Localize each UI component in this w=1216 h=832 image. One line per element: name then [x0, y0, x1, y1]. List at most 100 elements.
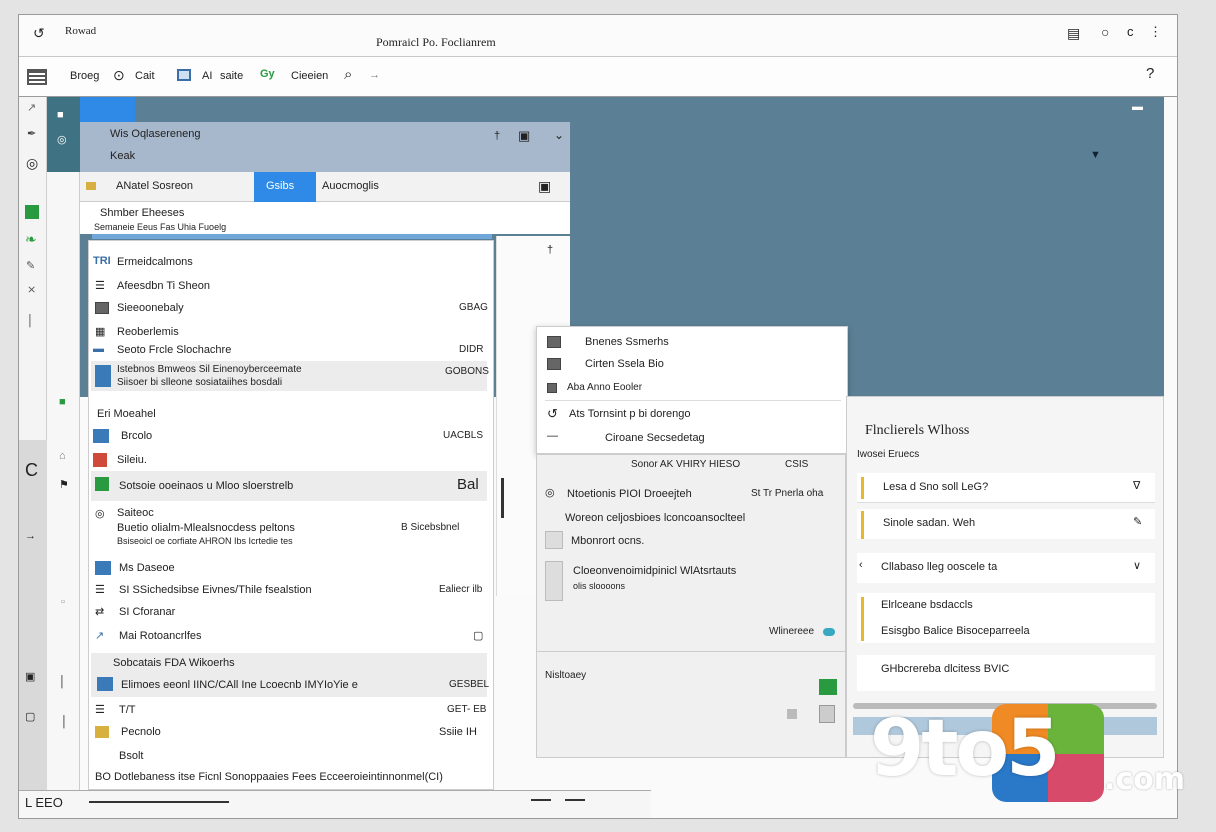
strip-lock-icon[interactable]: ▢: [25, 710, 35, 723]
filter-icon[interactable]: →: [369, 69, 380, 81]
menu-item[interactable]: Cirten Ssela Bio: [537, 353, 847, 375]
list-footer-text: BO Dotlebaness itse Ficnl Sonoppaaies Fe…: [95, 771, 443, 783]
list-item[interactable]: Brcolo UACBLS: [89, 425, 493, 447]
mid-item-toggle-icon[interactable]: [823, 628, 835, 636]
col-dot-icon[interactable]: ▫: [61, 596, 65, 608]
rail2-icon-1[interactable]: ■: [57, 109, 64, 121]
mid-trash-icon[interactable]: [819, 705, 835, 723]
rail-green-icon[interactable]: [25, 205, 39, 219]
list-item[interactable]: ☰ SI SSichedsibse Eivnes/Thile fsealstio…: [89, 579, 493, 601]
mid-item[interactable]: Nisltoaey: [537, 665, 845, 687]
rail-cross-icon[interactable]: ⨯: [27, 283, 36, 296]
nav-header-window-icon[interactable]: ▣: [518, 128, 530, 144]
toolbar-item-ai[interactable]: AI: [202, 70, 212, 82]
rail-leaf-icon[interactable]: ❧: [25, 231, 37, 248]
toolbar-item-cait[interactable]: Cait: [135, 70, 155, 82]
menu-item[interactable]: — Ciroane Secsedetag: [537, 427, 847, 449]
menu-grid-icon[interactable]: [27, 69, 47, 85]
list-item-lock-icon[interactable]: ▢: [473, 629, 483, 642]
toolbar-item-saite[interactable]: saite: [220, 70, 243, 82]
mid-item[interactable]: ◎ Ntoetionis PIOI Droeejteh St Tr Pnerla…: [537, 483, 845, 505]
mid-green-check-icon[interactable]: [819, 679, 837, 695]
toolbar-item-broeg[interactable]: Broeg: [70, 70, 99, 82]
back-icon[interactable]: ↺: [33, 25, 45, 42]
right-item[interactable]: Lesa d Sno soll LeG? ∇: [857, 473, 1155, 503]
right-item-edit-icon[interactable]: ✎: [1133, 515, 1142, 528]
col-bar2-icon[interactable]: │: [61, 716, 68, 728]
list-item[interactable]: ↗ Mai Rotoancrlfes ▢: [89, 625, 493, 647]
list-item[interactable]: Eri Moeahel: [89, 403, 493, 425]
lock-icon[interactable]: ⊙: [113, 67, 125, 84]
right-item[interactable]: ‹ Cllabaso lleg ooscele ta ∨: [857, 553, 1155, 583]
list-item-label: Ermeidcalmons: [117, 256, 193, 268]
search-icon[interactable]: ⌕: [344, 66, 352, 83]
list-item[interactable]: Sotsoie ooeinaos u Mloo sloerstrelb Bal: [91, 471, 487, 501]
save-icon[interactable]: ▤: [1067, 25, 1080, 42]
tab-auocmoglis[interactable]: Auocmoglis: [322, 180, 379, 192]
mid-item[interactable]: Cloeonvenoimidpinicl WlAtsrtauts olis sl…: [537, 559, 845, 601]
tab-anatel[interactable]: ANatel Sosreon: [116, 180, 193, 192]
window-icon[interactable]: [177, 69, 191, 81]
right-item[interactable]: Sinole sadan. Weh ✎: [857, 509, 1155, 539]
col-green-mark-icon: ■: [59, 396, 66, 408]
more-icon[interactable]: ⋮: [1149, 24, 1162, 40]
strip-c-icon[interactable]: C: [25, 460, 38, 481]
list-item[interactable]: ⇄ SI Cforanar: [89, 601, 493, 623]
desktop-close-icon[interactable]: ▬: [1132, 101, 1143, 113]
mid-item[interactable]: Wlinereee: [537, 621, 845, 643]
list-item-bar-icon: ▬: [93, 343, 104, 355]
help-icon[interactable]: ?: [1146, 65, 1154, 82]
right-item[interactable]: Elrlceane bsdaccls Esisgbo Balice Bisoce…: [857, 593, 1155, 643]
mid-item-circle-icon: ◎: [545, 487, 555, 499]
splitter-handle[interactable]: [501, 478, 504, 518]
menu-item[interactable]: ↺ Ats Tornsint p bi dorengo: [537, 403, 847, 425]
list-item[interactable]: Bsolt: [89, 745, 493, 767]
circle-icon[interactable]: ○: [1101, 24, 1109, 40]
rail-bar-icon[interactable]: │: [27, 315, 34, 327]
tab-gsibs[interactable]: Gsibs: [254, 172, 316, 202]
nav-header-pin-icon[interactable]: †: [494, 130, 500, 142]
list-item[interactable]: TRI Ermeidcalmons: [89, 251, 493, 273]
tab-window-icon[interactable]: ▣: [538, 178, 551, 195]
list-item[interactable]: Sieeoonebaly GBAG: [89, 297, 493, 319]
refresh-icon[interactable]: c: [1127, 24, 1134, 39]
right-item[interactable]: GHbcrereba dlcitess BVIC: [857, 655, 1155, 691]
mid-item[interactable]: Woreon celjosbioes lconcoansoclteel: [537, 507, 845, 529]
list-item[interactable]: Pecnolo Ssiie IH: [89, 721, 493, 743]
menu-item[interactable]: Bnenes Ssmerhs: [537, 331, 847, 353]
mid-grey-square-icon[interactable]: [787, 709, 797, 719]
rail2-icon-2[interactable]: ◎: [57, 133, 67, 146]
list-item[interactable]: ▬ Seoto Frcle Slochachre DIDR: [89, 339, 493, 361]
list-item[interactable]: ☰ T/T GET- EB: [89, 699, 493, 721]
rail-pen-icon[interactable]: ✎: [26, 259, 35, 272]
mid-item[interactable]: Mbonrort ocns.: [537, 529, 845, 551]
nav-subheader: Shmber Eheeses Semaneie Eeus Fas Uhia Fu…: [80, 202, 570, 234]
mid-item-label: Nisltoaey: [545, 670, 587, 681]
menu-item[interactable]: Aba Anno Eooler: [537, 377, 847, 399]
list-item[interactable]: ◎ Saiteoc Buetio olialm-Mlealsnocdess pe…: [91, 505, 487, 549]
col-home-icon[interactable]: ⌂: [59, 450, 66, 462]
list-item[interactable]: Ms Daseoe: [89, 557, 493, 579]
green-tool-icon[interactable]: Gy: [260, 68, 275, 80]
strip-arrow-icon[interactable]: →: [25, 530, 36, 542]
right-item-chevron-icon[interactable]: ∇: [1133, 479, 1140, 492]
right-item-marker-icon: [861, 597, 864, 641]
list-item-value: UACBLS: [443, 430, 484, 441]
strip-printer-icon[interactable]: ▣: [25, 670, 35, 683]
rail-circle-icon[interactable]: ◎: [26, 155, 38, 172]
list-item-app-icon: [95, 365, 111, 387]
menu-item-square-icon: [547, 336, 561, 348]
list-item[interactable]: Sileiu.: [89, 449, 493, 471]
col-bar-icon[interactable]: │: [59, 676, 66, 688]
right-item-chevron-down-icon[interactable]: ∨: [1133, 559, 1141, 572]
col-flag-icon[interactable]: ⚑: [59, 478, 69, 491]
rail-arrow-icon[interactable]: ↗: [27, 101, 36, 114]
splitter-pin-icon[interactable]: †: [547, 244, 553, 256]
list-footer: BO Dotlebaness itse Ficnl Sonoppaaies Fe…: [89, 767, 493, 789]
list-item-selected[interactable]: Istebnos Bmweos Sil Einenoyberceemate Si…: [91, 361, 489, 391]
list-item[interactable]: ☰ Afeesdbn Ti Sheon: [89, 275, 493, 297]
status-dash-2: [565, 799, 585, 801]
nav-header-chevron-down-icon[interactable]: ⌄: [554, 128, 564, 142]
toolbar-item-cieeien[interactable]: Cieeien: [291, 70, 328, 82]
rail-key-icon[interactable]: ✒: [27, 127, 36, 140]
